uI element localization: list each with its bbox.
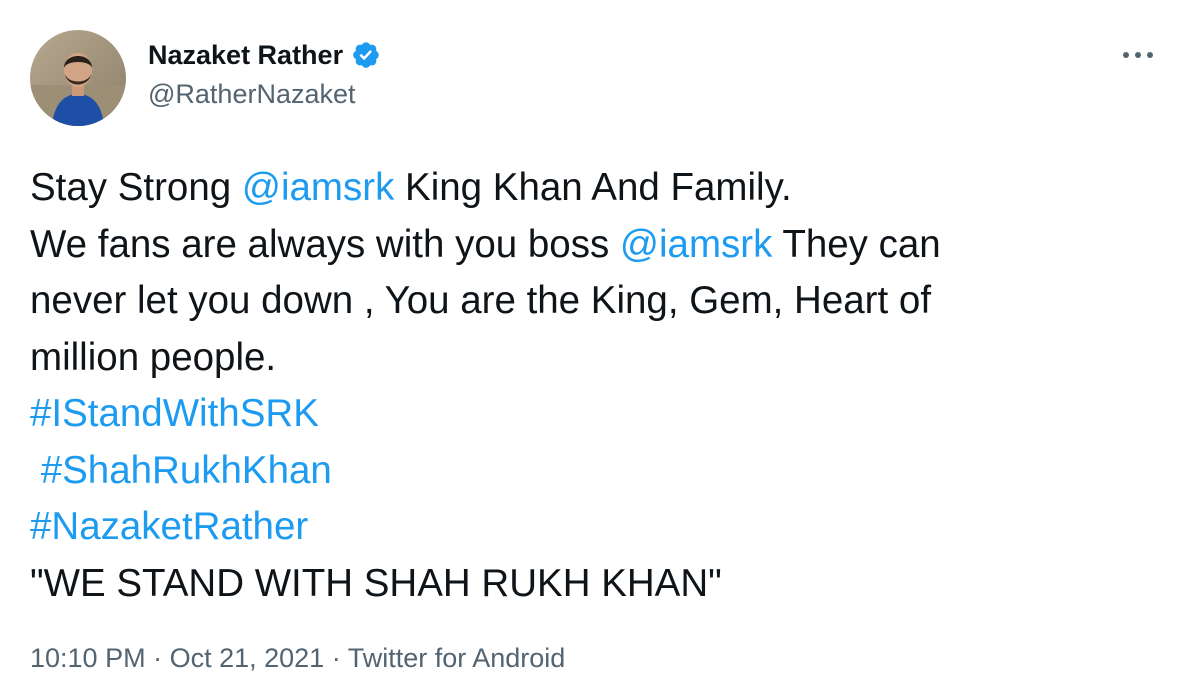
display-name[interactable]: Nazaket Rather bbox=[148, 38, 343, 72]
avatar-photo bbox=[30, 30, 126, 126]
tweet-date[interactable]: Oct 21, 2021 bbox=[170, 643, 325, 673]
tweet-text: Stay Strong @iamsrk King Khan And Family… bbox=[30, 160, 1160, 612]
author-name-row[interactable]: Nazaket Rather bbox=[148, 38, 381, 72]
tweet-line-1: Stay Strong @iamsrk King Khan And Family… bbox=[30, 160, 1160, 217]
meta-separator: · bbox=[145, 643, 170, 673]
tweet-metadata: 10:10 PM · Oct 21, 2021 · Twitter for An… bbox=[30, 638, 565, 678]
tweet-line-4: million people. bbox=[30, 335, 277, 379]
tweet-text-segment: We fans are always with you boss bbox=[30, 222, 620, 266]
tweet-line-6: #ShahRukhKhan bbox=[30, 443, 1160, 500]
mention-link-iamsrk[interactable]: @iamsrk bbox=[620, 223, 772, 266]
hashtag-link-istandwithsrk[interactable]: #IStandWithSRK bbox=[30, 392, 319, 435]
author-handle[interactable]: @RatherNazaket bbox=[148, 77, 381, 111]
tweet-line-3: never let you down , You are the King, G… bbox=[30, 279, 932, 322]
more-options-button[interactable] bbox=[1118, 40, 1158, 70]
author-block: Nazaket Rather @RatherNazaket bbox=[148, 38, 381, 111]
mention-link-iamsrk[interactable]: @iamsrk bbox=[242, 166, 394, 209]
tweet-line-7: #NazaketRather bbox=[30, 499, 1160, 556]
tweet-text-segment: King Khan And Family. bbox=[394, 166, 792, 209]
more-horizontal-icon bbox=[1123, 52, 1153, 58]
tweet-line-5: #IStandWithSRK bbox=[30, 386, 1160, 443]
meta-separator: · bbox=[324, 643, 348, 673]
hashtag-link-nazaketrather[interactable]: #NazaketRather bbox=[30, 505, 308, 548]
tweet-line-8: "WE STAND WITH SHAH RUKH KHAN" bbox=[30, 561, 722, 605]
tweet-text-segment: Stay Strong bbox=[30, 166, 242, 209]
hashtag-link-shahrukhkhan[interactable]: #ShahRukhKhan bbox=[41, 449, 332, 492]
tweet-line-2: We fans are always with you boss @iamsrk… bbox=[30, 217, 1160, 274]
avatar[interactable] bbox=[30, 30, 126, 126]
verified-badge-icon bbox=[351, 40, 381, 70]
tweet-source[interactable]: Twitter for Android bbox=[348, 643, 566, 673]
tweet-card: Nazaket Rather @RatherNazaket Stay Stron… bbox=[0, 0, 1180, 700]
tweet-text-segment: They can bbox=[772, 222, 941, 266]
tweet-time[interactable]: 10:10 PM bbox=[30, 643, 146, 673]
